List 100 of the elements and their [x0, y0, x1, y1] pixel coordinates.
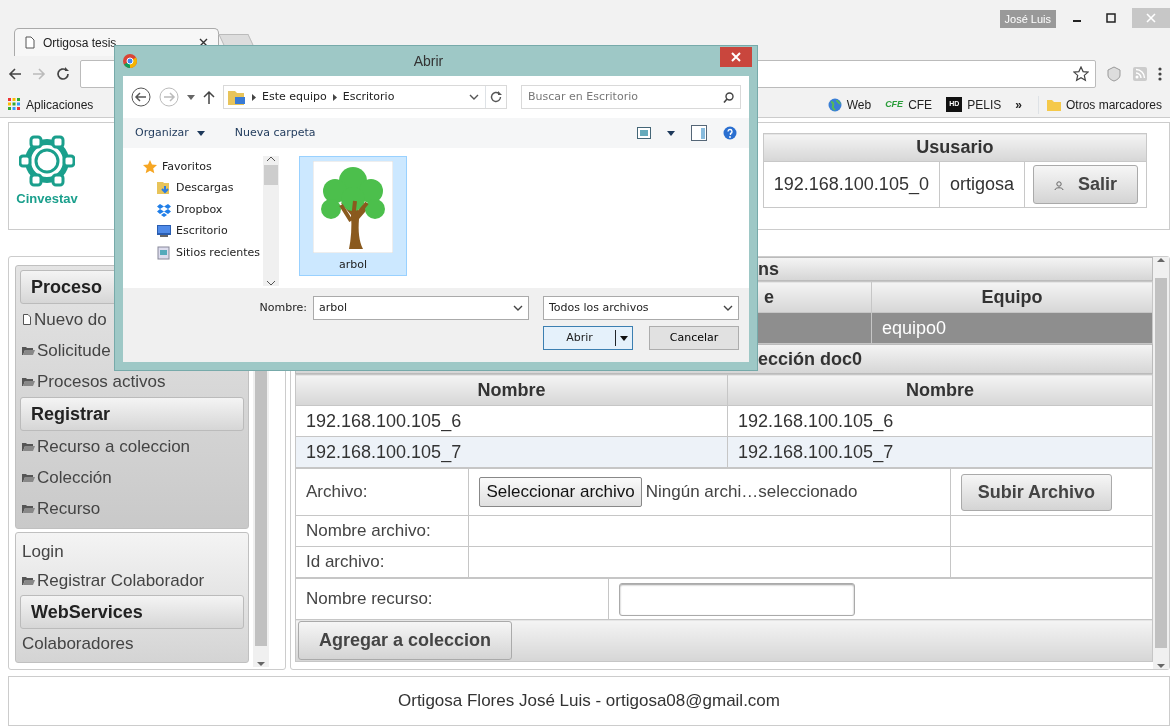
table-row[interactable]: 192.168.100.105_6 192.168.100.105_6 [295, 405, 1153, 437]
back-icon[interactable] [8, 67, 22, 81]
dropbox-icon [157, 202, 171, 217]
open-button[interactable]: Abrir [543, 326, 633, 350]
menu-item[interactable]: Login [16, 537, 248, 566]
filename-field[interactable]: arbol [313, 296, 529, 320]
toolbar-button[interactable]: Organizar [135, 124, 205, 142]
table-row[interactable]: 192.168.100.105_7 192.168.100.105_7 [295, 436, 1153, 468]
field-label: Nombre archivo: [295, 515, 469, 547]
page-icon [25, 36, 35, 49]
nav-item[interactable]: Descargas [143, 177, 263, 199]
breadcrumb-item[interactable]: Escritorio [342, 88, 395, 106]
table-header: Ususario [763, 133, 1147, 162]
table-cell: 192.168.100.105_0 [763, 161, 940, 208]
menu-item[interactable]: Procesos activos [16, 366, 248, 397]
star-icon[interactable] [1073, 66, 1089, 82]
scrollbar[interactable] [1153, 257, 1169, 669]
menu-header[interactable]: WebServices [20, 595, 244, 629]
table-cell: ortigosa [939, 161, 1025, 208]
menu-item[interactable]: Registrar Colaborador [16, 566, 248, 595]
close-icon [1146, 13, 1156, 23]
caret-icon[interactable] [187, 94, 195, 100]
desktop-icon [157, 224, 171, 239]
toolbar-button[interactable]: Nueva carpeta [234, 124, 316, 142]
recent-icon [157, 245, 171, 260]
chevron-down-icon [723, 305, 733, 311]
field-label: Nombre recurso: [295, 578, 609, 620]
add-to-collection-button[interactable]: Agregar a coleccion [298, 621, 513, 660]
chevron-icon [332, 93, 337, 101]
search-field[interactable]: Buscar en Escritorio [521, 85, 741, 109]
view-icon[interactable] [637, 127, 651, 139]
file-picker-button[interactable]: Seleccionar archivo [479, 477, 642, 507]
search-placeholder: Buscar en Escritorio [528, 88, 638, 105]
menu-item[interactable]: Colección [16, 462, 248, 493]
table-cell: 192.168.100.105_6 [727, 405, 1153, 437]
column-header: Nombre [727, 374, 1153, 406]
logo-text: Cinvestav [16, 190, 78, 208]
menu-item[interactable]: Colaboradores [16, 629, 248, 658]
logout-button[interactable]: Salir [1032, 165, 1138, 204]
arrow-up-icon[interactable] [267, 156, 275, 161]
arrow-up-icon[interactable] [1157, 257, 1165, 262]
refresh-icon[interactable] [490, 91, 502, 103]
resource-name-field[interactable] [618, 582, 855, 616]
close-button[interactable] [720, 47, 752, 67]
bookmark[interactable]: CFE CFE [885, 95, 933, 114]
nav-item[interactable]: Favoritos [143, 156, 263, 178]
address-field[interactable]: Este equipo Escritorio [223, 85, 507, 109]
menu-item[interactable]: Recurso [16, 493, 248, 524]
field-label: Id archivo: [295, 546, 469, 578]
menu-header[interactable]: Registrar [20, 397, 244, 431]
file-item[interactable]: arbol [299, 156, 407, 276]
chevron-down-icon[interactable] [469, 94, 479, 100]
menu-icon[interactable] [1158, 66, 1162, 82]
arrow-down-icon[interactable] [267, 281, 275, 286]
cancel-button[interactable]: Cancelar [649, 326, 739, 350]
scroll-thumb[interactable] [1155, 278, 1167, 648]
caret-icon [620, 335, 628, 341]
bookmark-folder[interactable]: Otros marcadores [1037, 95, 1162, 114]
table-cell: 192.168.100.105_7 [295, 436, 728, 468]
tab-title: Ortigosa tesis [43, 34, 118, 52]
bookmark[interactable]: Aplicaciones [8, 95, 94, 114]
reload-icon[interactable] [56, 67, 70, 81]
nav-item[interactable]: Dropbox [143, 199, 263, 221]
arrow-down-icon[interactable] [257, 662, 265, 667]
scroll-thumb[interactable] [264, 165, 278, 185]
folder-icon [22, 345, 35, 356]
folder-icon [22, 376, 35, 387]
nav-item[interactable]: Sitios recientes [143, 242, 263, 264]
bookmark[interactable]: Web [827, 95, 872, 114]
column-header: Equipo [871, 281, 1153, 313]
folder-icon [22, 441, 35, 452]
overflow-chevron[interactable]: » [1015, 95, 1022, 114]
upload-button[interactable]: Subir Archivo [960, 473, 1113, 511]
column-header: Nombre [295, 374, 728, 406]
file-name: arbol [338, 257, 367, 273]
person-icon [1053, 179, 1064, 190]
back-icon[interactable] [131, 87, 151, 107]
breadcrumb-item[interactable]: Este equipo [262, 88, 327, 106]
caret-icon[interactable] [667, 130, 675, 136]
file-status: Ningún archi…seleccionado [645, 481, 858, 504]
up-arrow-icon[interactable] [203, 90, 215, 104]
preview-pane-icon[interactable] [691, 125, 707, 141]
help-icon[interactable] [723, 126, 737, 140]
chevron-icon [252, 93, 256, 101]
minimize-icon [1073, 20, 1081, 22]
footer-text: Ortigosa Flores José Luis - ortigosa08@gmail.com [8, 676, 1170, 726]
menu-item[interactable]: Nuevo do [16, 304, 248, 335]
menu-item[interactable]: Solicitude [16, 335, 248, 366]
folder-icon [22, 503, 35, 514]
close-icon[interactable] [199, 38, 208, 47]
search-icon [723, 91, 734, 103]
nav-item[interactable]: Escritorio [143, 220, 263, 242]
scrollbar[interactable] [263, 156, 279, 286]
dialog-title: Abrir [413, 51, 444, 71]
cfe-logo: CFE [885, 97, 904, 111]
arrow-down-icon[interactable] [1157, 664, 1165, 669]
browser-logo-icon [123, 54, 137, 68]
field-label: Archivo: [295, 468, 469, 516]
menu-item[interactable]: Recurso a coleccion [16, 431, 248, 462]
file-type-dropdown[interactable]: Todos los archivos [543, 296, 739, 320]
